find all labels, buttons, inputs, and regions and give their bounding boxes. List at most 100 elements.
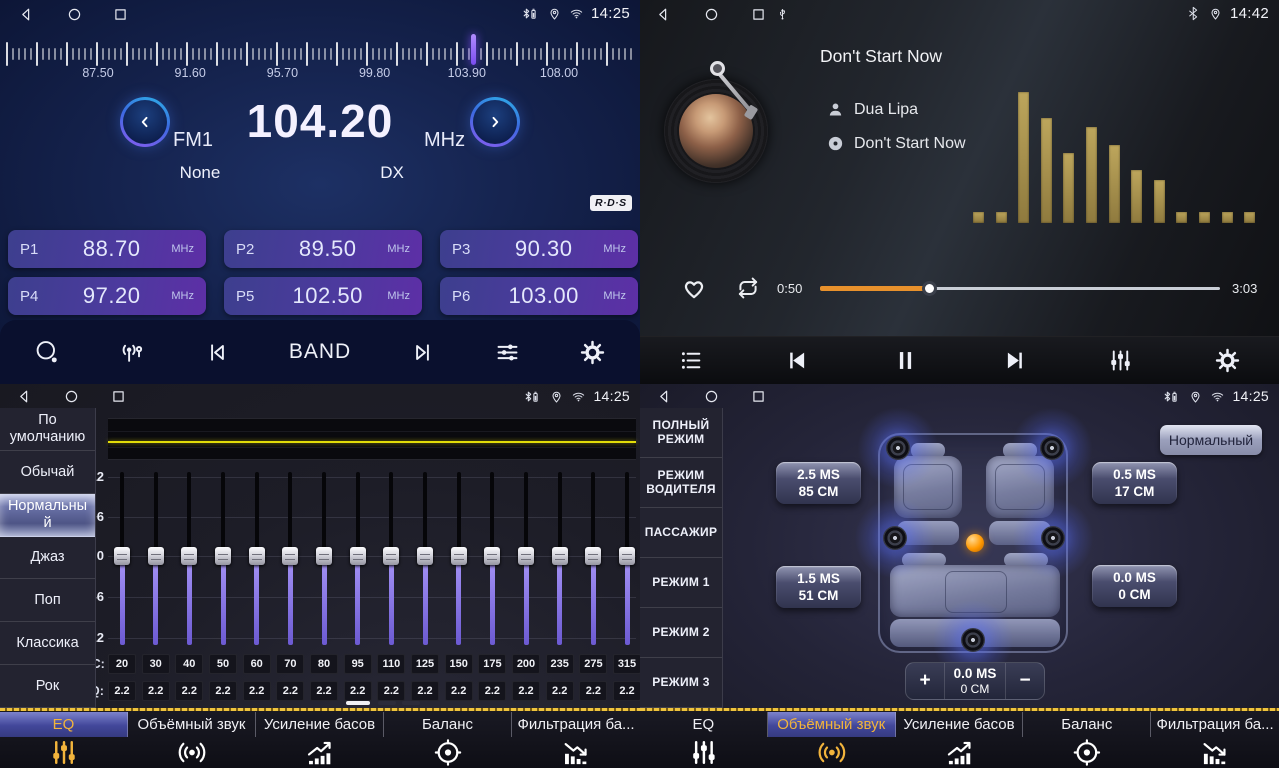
q-value-chip[interactable]: 2.2: [613, 681, 640, 701]
listening-mode-item[interactable]: РЕЖИМ 1: [640, 558, 722, 608]
rear-right-delay-button[interactable]: 0.0 MS 0 CM: [1092, 565, 1177, 607]
fc-value-chip[interactable]: 60: [243, 654, 271, 674]
audio-tab-eq[interactable]: EQ: [0, 712, 128, 768]
nav-back-button[interactable]: [655, 6, 672, 23]
q-value-chip[interactable]: 2.2: [411, 681, 439, 701]
q-value-chip[interactable]: 2.2: [209, 681, 237, 701]
nav-home-button[interactable]: [66, 6, 83, 23]
fc-value-chip[interactable]: 275: [579, 654, 607, 674]
nav-home-button[interactable]: [703, 6, 720, 23]
q-value-chip[interactable]: 2.2: [478, 681, 506, 701]
fc-value-chip[interactable]: 315: [613, 654, 640, 674]
radio-preset-button-p4[interactable]: P497.20MHz: [8, 277, 206, 315]
q-value-chip[interactable]: 2.2: [579, 681, 607, 701]
eq-band-slider[interactable]: [148, 547, 164, 565]
radio-preset-button-p3[interactable]: P390.30MHz: [440, 230, 638, 268]
listening-mode-item[interactable]: ПОЛНЫЙ РЕЖИМ: [640, 408, 722, 458]
radio-preset-button-p6[interactable]: P6103.00MHz: [440, 277, 638, 315]
fc-value-chip[interactable]: 95: [344, 654, 372, 674]
eq-preset-item[interactable]: Обычай: [0, 451, 95, 494]
scan-search-button[interactable]: [34, 339, 61, 366]
audio-tab-bass[interactable]: Усиление басов: [256, 712, 384, 768]
nav-recent-button[interactable]: [750, 388, 767, 405]
nav-home-button[interactable]: [703, 388, 720, 405]
eq-preset-item[interactable]: Джаз: [0, 537, 95, 580]
tuning-needle[interactable]: [471, 34, 476, 65]
q-value-chip[interactable]: 2.2: [445, 681, 473, 701]
eq-band-slider[interactable]: [451, 547, 467, 565]
equalizer-button[interactable]: [1107, 347, 1134, 374]
fc-value-chip[interactable]: 40: [175, 654, 203, 674]
equalizer-button[interactable]: [494, 339, 521, 366]
fc-value-chip[interactable]: 80: [310, 654, 338, 674]
q-value-chip[interactable]: 2.2: [512, 681, 540, 701]
audio-tab-surround[interactable]: Объёмный звук: [768, 712, 896, 768]
fc-value-chip[interactable]: 110: [377, 654, 405, 674]
audio-tab-filter[interactable]: Фильтрация ба...: [512, 712, 640, 768]
delay-increase-button[interactable]: +: [906, 663, 944, 699]
q-value-chip[interactable]: 2.2: [310, 681, 338, 701]
audio-tab-balance[interactable]: Баланс: [384, 712, 512, 768]
next-track-button[interactable]: [1000, 347, 1027, 374]
eq-preset-item[interactable]: По умолчанию: [0, 408, 95, 451]
previous-station-button[interactable]: [204, 339, 231, 366]
eq-preset-item[interactable]: Рок: [0, 665, 95, 708]
eq-band-slider[interactable]: [518, 547, 534, 565]
audio-tab-surround[interactable]: Объёмный звук: [128, 712, 256, 768]
eq-band-slider[interactable]: [552, 547, 568, 565]
eq-band-slider[interactable]: [417, 547, 433, 565]
progress-thumb[interactable]: [922, 281, 937, 296]
playlist-button[interactable]: [678, 347, 705, 374]
q-value-chip[interactable]: 2.2: [546, 681, 574, 701]
audio-tab-filter[interactable]: Фильтрация ба...: [1151, 712, 1279, 768]
previous-track-button[interactable]: [785, 347, 812, 374]
eq-band-slider[interactable]: [383, 547, 399, 565]
q-value-chip[interactable]: 2.2: [344, 681, 372, 701]
next-station-button[interactable]: [409, 339, 436, 366]
nav-back-button[interactable]: [18, 6, 35, 23]
front-right-delay-button[interactable]: 0.5 MS 17 CM: [1092, 462, 1177, 504]
fc-value-chip[interactable]: 50: [209, 654, 237, 674]
listening-mode-item[interactable]: РЕЖИМ ВОДИТЕЛЯ: [640, 458, 722, 508]
audio-tab-bass[interactable]: Усиление басов: [896, 712, 1024, 768]
eq-band-slider[interactable]: [114, 547, 130, 565]
eq-band-slider[interactable]: [316, 547, 332, 565]
station-list-button[interactable]: [119, 339, 146, 366]
band-button[interactable]: BAND: [289, 340, 351, 364]
radio-preset-button-p2[interactable]: P289.50MHz: [224, 230, 422, 268]
eq-band-slider[interactable]: [484, 547, 500, 565]
pause-button[interactable]: [892, 347, 919, 374]
fc-value-chip[interactable]: 20: [108, 654, 136, 674]
q-value-chip[interactable]: 2.2: [276, 681, 304, 701]
audio-tab-eq[interactable]: EQ: [640, 712, 768, 768]
fc-value-chip[interactable]: 235: [546, 654, 574, 674]
listening-mode-item[interactable]: ПАССАЖИР: [640, 508, 722, 558]
listening-position-marker[interactable]: [966, 534, 984, 552]
eq-band-slider[interactable]: [282, 547, 298, 565]
nav-recent-button[interactable]: [112, 6, 129, 23]
tune-down-button[interactable]: [120, 97, 170, 147]
fc-value-chip[interactable]: 70: [276, 654, 304, 674]
eq-band-slider[interactable]: [350, 547, 366, 565]
eq-band-slider[interactable]: [181, 547, 197, 565]
q-value-chip[interactable]: 2.2: [142, 681, 170, 701]
settings-button[interactable]: [1214, 347, 1241, 374]
fc-value-chip[interactable]: 175: [478, 654, 506, 674]
eq-band-slider[interactable]: [619, 547, 635, 565]
radio-preset-button-p1[interactable]: P188.70MHz: [8, 230, 206, 268]
nav-back-button[interactable]: [656, 388, 673, 405]
fc-value-chip[interactable]: 150: [445, 654, 473, 674]
nav-recent-button[interactable]: [750, 6, 767, 23]
progress-bar[interactable]: [820, 287, 1220, 290]
fc-value-chip[interactable]: 200: [512, 654, 540, 674]
q-value-chip[interactable]: 2.2: [108, 681, 136, 701]
front-left-delay-button[interactable]: 2.5 MS 85 CM: [776, 462, 861, 504]
tune-up-button[interactable]: [470, 97, 520, 147]
surround-preset-button[interactable]: Нормальный: [1160, 425, 1262, 455]
fc-value-chip[interactable]: 30: [142, 654, 170, 674]
audio-tab-balance[interactable]: Баланс: [1023, 712, 1151, 768]
nav-recent-button[interactable]: [110, 388, 127, 405]
settings-button[interactable]: [579, 339, 606, 366]
favorite-button[interactable]: [680, 274, 708, 302]
q-value-chip[interactable]: 2.2: [243, 681, 271, 701]
